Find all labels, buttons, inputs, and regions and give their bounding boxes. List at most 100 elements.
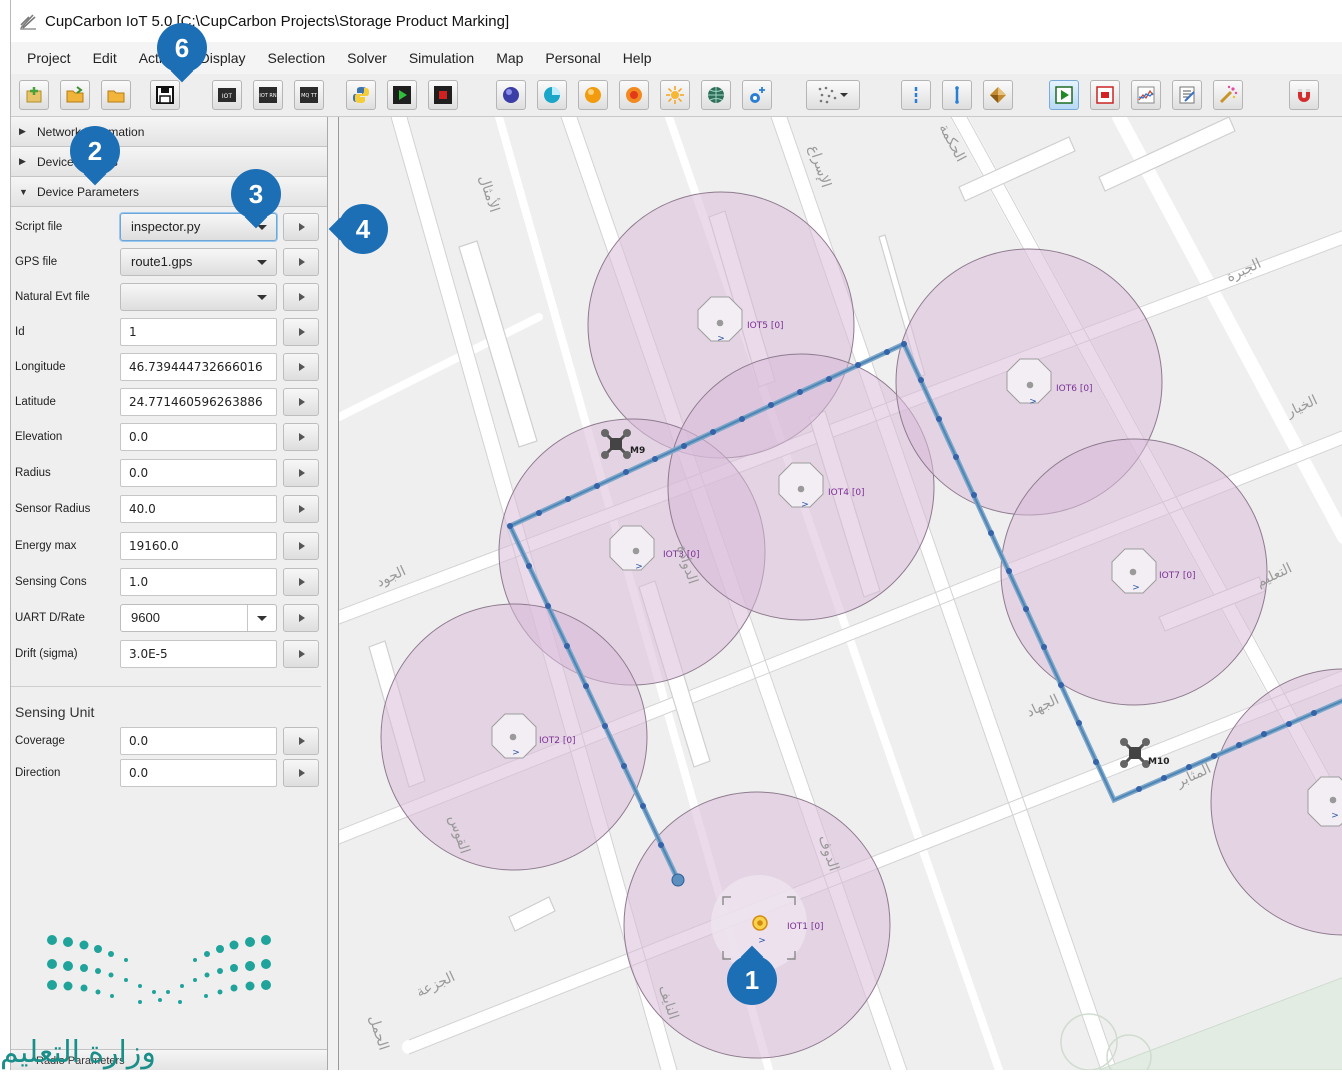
sensor-radius-field[interactable]: 40.0	[120, 495, 277, 523]
red-target-button[interactable]	[619, 80, 649, 110]
map-view[interactable]: > IOT5 [0] > IOT4 [0] > IOT3 [0] > IOT6 …	[338, 117, 1342, 1070]
badge-number: 4	[355, 214, 371, 244]
add-mqtt-button[interactable]: MQ TT	[294, 80, 324, 110]
coverage-field[interactable]: 0.0	[120, 727, 277, 755]
map-canvas[interactable]: > IOT5 [0] > IOT4 [0] > IOT3 [0] > IOT6 …	[339, 117, 1342, 1070]
apply-uart-rate-button[interactable]	[283, 604, 319, 632]
apply-energy-max-button[interactable]	[283, 532, 319, 560]
callout-badge-3: 3	[231, 169, 281, 219]
radius-field[interactable]: 0.0	[120, 459, 277, 487]
triangle-right-icon: ▶	[19, 156, 26, 166]
magic-wand-button[interactable]	[1213, 80, 1243, 110]
callout-badge-1: 1	[727, 955, 777, 1005]
random-nodes-dropdown[interactable]	[806, 80, 860, 110]
uart-rate-value: 9600	[131, 610, 160, 625]
latitude-field[interactable]: 24.771460596263886	[120, 388, 277, 416]
new-project-button[interactable]	[19, 80, 49, 110]
device-objects-header[interactable]: ▶ Device Objects	[11, 147, 327, 177]
magnet-button[interactable]	[1289, 80, 1319, 110]
combo-separator	[247, 605, 248, 631]
red-target-icon	[626, 87, 642, 103]
route-marker-button[interactable]	[942, 80, 972, 110]
apply-longitude-button[interactable]	[283, 353, 319, 381]
menu-simulation[interactable]: Simulation	[398, 50, 485, 66]
energy-chart-button[interactable]	[1131, 80, 1161, 110]
vertical-marker-button[interactable]	[901, 80, 931, 110]
menu-personal[interactable]: Personal	[534, 50, 611, 66]
node-label: IOT5 [0]	[747, 321, 784, 331]
triangle-right-icon: ▶	[19, 126, 26, 136]
menu-selection[interactable]: Selection	[257, 50, 337, 66]
menu-bar: Project Edit Action Display Selection So…	[11, 42, 1342, 74]
apply-id-button[interactable]	[283, 318, 319, 346]
badge-number: 6	[174, 33, 190, 63]
script-file-value: inspector.py	[131, 219, 201, 234]
console-button[interactable]	[1172, 80, 1202, 110]
longitude-field[interactable]: 46.739444732666016	[120, 353, 277, 381]
add-iot-rn-button[interactable]: IOT RN	[253, 80, 283, 110]
uart-rate-combo[interactable]: 9600	[120, 604, 277, 632]
apply-latitude-button[interactable]	[283, 388, 319, 416]
buildings-button[interactable]	[983, 80, 1013, 110]
apply-drift-button[interactable]	[283, 640, 319, 668]
save-project-button[interactable]	[150, 80, 180, 110]
start-simulation-button[interactable]	[1049, 80, 1079, 110]
stop-script-button[interactable]	[428, 80, 458, 110]
orange-sphere-icon	[585, 87, 601, 103]
add-iot-button[interactable]: IOT	[212, 80, 242, 110]
python-script-button[interactable]	[346, 80, 376, 110]
param-label: Direction	[15, 767, 61, 779]
globe-button[interactable]	[701, 80, 731, 110]
elevation-field[interactable]: 0.0	[120, 423, 277, 451]
app-window: CupCarbon IoT 5.0 [C:\CupCarbon Projects…	[10, 0, 1342, 1070]
open-recent-button[interactable]	[101, 80, 131, 110]
param-label: Drift (sigma)	[15, 648, 78, 660]
mobile-label: M10	[1148, 757, 1169, 767]
param-row-energy-max: Energy max 19160.0	[11, 531, 327, 563]
chevron-down-icon	[257, 260, 267, 265]
menu-edit[interactable]: Edit	[82, 50, 128, 66]
add-marker-button[interactable]	[742, 80, 772, 110]
param-row-gps-file: GPS file route1.gps	[11, 247, 327, 279]
drift-field[interactable]: 3.0E-5	[120, 640, 277, 668]
iot-node-8[interactable]: >	[1307, 776, 1342, 827]
open-project-button[interactable]	[60, 80, 90, 110]
sun-button[interactable]	[660, 80, 690, 110]
apply-sensing-cons-button[interactable]	[283, 568, 319, 596]
cyan-sphere-button[interactable]	[537, 80, 567, 110]
apply-elevation-button[interactable]	[283, 423, 319, 451]
apply-direction-button[interactable]	[283, 759, 319, 787]
id-field[interactable]: 1	[120, 318, 277, 346]
param-label: Elevation	[15, 431, 63, 443]
play-icon	[393, 86, 411, 104]
network-information-header[interactable]: ▶ Network Information	[11, 117, 327, 147]
svg-text:>: >	[1029, 397, 1037, 407]
node-label: IOT4 [0]	[828, 488, 865, 498]
gps-file-value: route1.gps	[131, 254, 193, 269]
menu-project[interactable]: Project	[11, 50, 82, 66]
apply-coverage-button[interactable]	[283, 727, 319, 755]
direction-field[interactable]: 0.0	[120, 759, 277, 787]
apply-gps-file-button[interactable]	[283, 248, 319, 276]
apply-sensor-radius-button[interactable]	[283, 495, 319, 523]
natural-evt-file-select[interactable]	[120, 283, 277, 311]
chevron-down-icon	[257, 616, 267, 621]
energy-max-field[interactable]: 19160.0	[120, 532, 277, 560]
apply-radius-button[interactable]	[283, 459, 319, 487]
param-row-radius: Radius 0.0	[11, 458, 327, 490]
menu-help[interactable]: Help	[612, 50, 663, 66]
stop-simulation-button[interactable]	[1090, 80, 1120, 110]
blue-sphere-button[interactable]	[496, 80, 526, 110]
window-title: CupCarbon IoT 5.0 [C:\CupCarbon Projects…	[45, 12, 510, 30]
save-icon	[156, 86, 174, 104]
menu-solver[interactable]: Solver	[336, 50, 398, 66]
svg-text:>: >	[801, 500, 809, 510]
apply-natural-evt-button[interactable]	[283, 283, 319, 311]
run-script-button[interactable]	[387, 80, 417, 110]
orange-sphere-button[interactable]	[578, 80, 608, 110]
menu-map[interactable]: Map	[485, 50, 534, 66]
svg-text:>: >	[758, 936, 766, 946]
apply-script-file-button[interactable]	[283, 213, 319, 241]
sensing-cons-field[interactable]: 1.0	[120, 568, 277, 596]
gps-file-select[interactable]: route1.gps	[120, 248, 277, 276]
